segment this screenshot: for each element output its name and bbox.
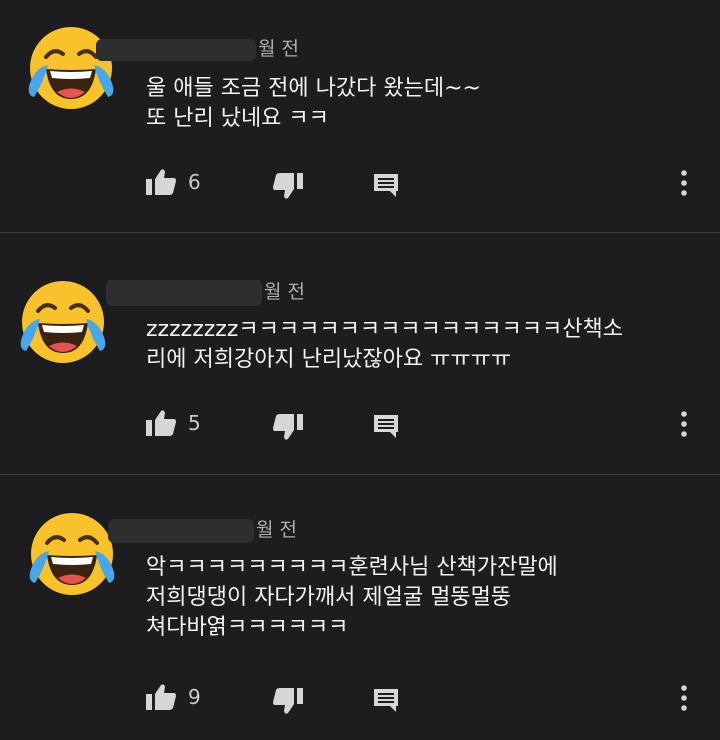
comment-item: 월 전 악ㅋㅋㅋㅋㅋㅋㅋㅋㅋ훈련사님 산책가잔말에 저희댕댕이 자다가깨서 제얼…: [0, 474, 720, 740]
comment-text: 악ㅋㅋㅋㅋㅋㅋㅋㅋㅋ훈련사님 산책가잔말에 저희댕댕이 자다가깨서 제얼굴 멀뚱…: [146, 553, 706, 643]
reply-button[interactable]: [372, 413, 400, 439]
avatar[interactable]: [27, 509, 117, 599]
like-button[interactable]: [145, 409, 177, 437]
comment-text: 울 애들 조금 전에 나갔다 왔는데~~ 또 난리 났네요 ㅋㅋ: [146, 74, 706, 134]
comment-item: 월 전 울 애들 조금 전에 나갔다 왔는데~~ 또 난리 났네요 ㅋㅋ 6: [0, 0, 720, 232]
reply-icon: [374, 415, 398, 438]
comment-meta: 월 전: [96, 34, 299, 61]
reply-icon: [374, 174, 398, 197]
comment-actions: 9: [0, 677, 720, 717]
comment-text: zzzzzzzzㅋㅋㅋㅋㅋㅋㅋㅋㅋㅋㅋㅋㅋㅋㅋㅋ산책소 리에 저희강아지 난리났…: [146, 315, 706, 375]
more-options-button[interactable]: [674, 409, 694, 439]
comment-text-line: 저희댕댕이 자다가깨서 제얼굴 멀뚱멀뚱: [146, 585, 512, 610]
more-options-button[interactable]: [674, 168, 694, 198]
dislike-button[interactable]: [272, 172, 304, 200]
more-vert-icon: [681, 170, 687, 196]
like-button[interactable]: [145, 168, 177, 196]
thumbs-up-icon: [146, 169, 176, 195]
dislike-button[interactable]: [272, 687, 304, 715]
comment-timestamp: 월 전: [258, 38, 299, 60]
comment-text-line: 리에 저희강아지 난리났잖아요 ㅠㅠㅠㅠ: [146, 347, 512, 372]
thumbs-up-icon: [146, 684, 176, 710]
reply-button[interactable]: [372, 172, 400, 198]
thumbs-down-icon: [273, 414, 303, 440]
comment-meta: 월 전: [108, 515, 297, 543]
redacted-username: [106, 279, 262, 306]
dislike-button[interactable]: [272, 413, 304, 441]
more-options-button[interactable]: [674, 683, 694, 713]
redacted-username: [108, 518, 254, 543]
like-count: 6: [188, 170, 201, 194]
like-count: 5: [188, 411, 201, 435]
comment-meta: 월 전: [106, 277, 305, 306]
thumbs-down-icon: [273, 688, 303, 714]
redacted-username: [96, 38, 256, 61]
thumbs-up-icon: [146, 410, 176, 436]
comment-item: 월 전 zzzzzzzzㅋㅋㅋㅋㅋㅋㅋㅋㅋㅋㅋㅋㅋㅋㅋㅋ산책소 리에 저희강아지…: [0, 232, 720, 473]
comment-text-line: 악ㅋㅋㅋㅋㅋㅋㅋㅋㅋ훈련사님 산책가잔말에: [146, 555, 558, 580]
avatar[interactable]: [18, 277, 108, 367]
face-with-tears-of-joy-icon: [29, 513, 115, 595]
comment-actions: 6: [0, 162, 720, 202]
comment-timestamp: 월 전: [264, 281, 305, 303]
comment-text-line: 또 난리 났네요 ㅋㅋ: [146, 106, 329, 131]
comment-timestamp: 월 전: [256, 519, 297, 541]
reply-icon: [374, 689, 398, 712]
more-vert-icon: [681, 685, 687, 711]
face-with-tears-of-joy-icon: [20, 281, 106, 363]
comment-text-line: zzzzzzzzㅋㅋㅋㅋㅋㅋㅋㅋㅋㅋㅋㅋㅋㅋㅋㅋ산책소: [146, 317, 623, 342]
comment-actions: 5: [0, 403, 720, 443]
more-vert-icon: [681, 411, 687, 437]
reply-button[interactable]: [372, 687, 400, 713]
like-button[interactable]: [145, 683, 177, 711]
comment-text-line: 쳐다바엵ㅋㅋㅋㅋㅋㅋ: [146, 615, 349, 640]
comment-text-line: 울 애들 조금 전에 나갔다 왔는데~~: [146, 76, 481, 101]
like-count: 9: [188, 685, 201, 709]
thumbs-down-icon: [273, 173, 303, 199]
